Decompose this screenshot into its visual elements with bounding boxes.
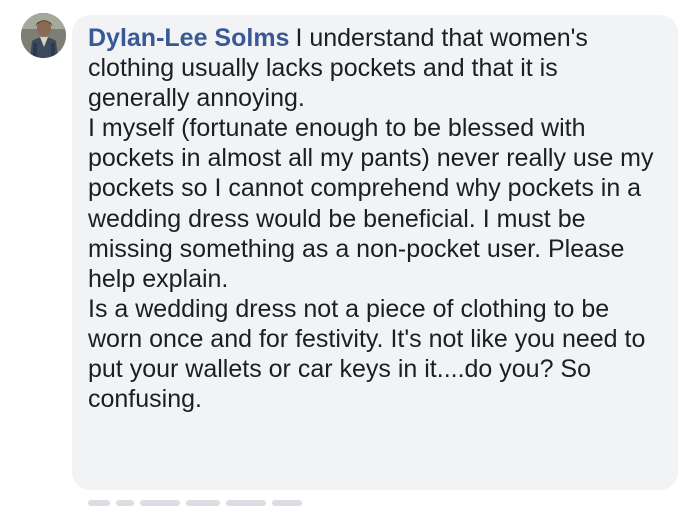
comment-bubble: Dylan-Lee Solms I understand that women's… xyxy=(72,15,678,490)
edited-label xyxy=(226,500,266,506)
reactions xyxy=(272,500,302,506)
author-name-link[interactable]: Dylan-Lee Solms xyxy=(88,24,289,52)
timestamp xyxy=(186,500,220,506)
comment: Dylan-Lee Solms I understand that women's… xyxy=(0,0,700,506)
comment-actions-row xyxy=(88,493,328,506)
like-action[interactable] xyxy=(88,500,110,506)
comment-paragraph-3: Is a wedding dress not a piece of clothi… xyxy=(88,294,646,414)
comment-paragraph-2: I myself (fortunate enough to be blessed… xyxy=(88,114,654,293)
message-action[interactable] xyxy=(140,500,180,506)
comment-paragraph-1: Dylan-Lee Solms I understand that women's… xyxy=(88,23,666,113)
avatar[interactable] xyxy=(21,13,66,58)
profile-photo xyxy=(21,13,66,58)
reply-action[interactable] xyxy=(116,500,134,506)
